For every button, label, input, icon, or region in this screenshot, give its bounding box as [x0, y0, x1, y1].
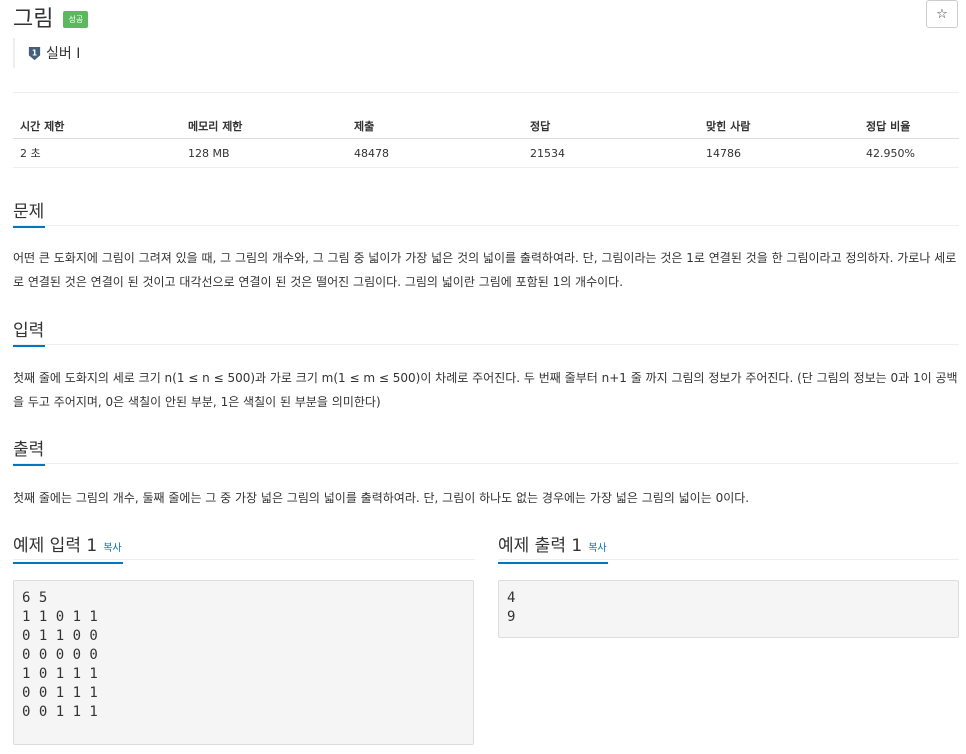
- svg-text:1: 1: [32, 48, 37, 57]
- example-output-title: 예제 출력 1: [498, 536, 583, 556]
- section-underline: [13, 464, 45, 466]
- section-title-output: 출력: [13, 435, 45, 466]
- example-input-header: 예제 입력 1 복사: [13, 531, 123, 564]
- output-description: 첫째 줄에는 그림의 개수, 둘째 줄에는 그 중 가장 넓은 그림의 넓이를 …: [13, 491, 750, 505]
- header-accepted: 정답: [523, 114, 699, 139]
- header-submissions: 제출: [347, 114, 523, 139]
- section-underline: [13, 226, 45, 228]
- section-divider: [498, 559, 959, 560]
- status-badge: 성공: [63, 10, 89, 28]
- copy-output-button[interactable]: 복사: [588, 539, 606, 554]
- tier-info: 1 실버 I: [13, 38, 80, 68]
- input-description: 첫째 줄에 도화지의 세로 크기 n(1 ≤ n ≤ 500)과 가로 크기 m…: [13, 371, 958, 409]
- header-time-limit: 시간 제한: [13, 114, 181, 139]
- section-underline: [13, 562, 123, 564]
- copy-input-button[interactable]: 복사: [103, 539, 121, 554]
- section-underline: [13, 345, 45, 347]
- silver-tier-icon: 1: [28, 46, 41, 60]
- ratio-value: 42.950%: [859, 138, 959, 168]
- section-title-problem: 문제: [13, 197, 45, 228]
- solvers-value: 14786: [699, 138, 859, 168]
- problem-description: 어떤 큰 도화지에 그림이 그려져 있을 때, 그 그림의 개수와, 그 그림 …: [13, 251, 957, 289]
- example-input-content: 6 5 1 1 0 1 1 0 1 1 0 0 0 0 0 0 0 1 0 1 …: [13, 580, 474, 745]
- tier-label: 실버 I: [46, 46, 81, 62]
- section-title-input: 입력: [13, 316, 45, 347]
- submissions-value: 48478: [347, 138, 523, 168]
- divider: [13, 92, 959, 93]
- section-divider: [13, 559, 475, 560]
- star-button[interactable]: ☆: [926, 0, 958, 28]
- example-input-title: 예제 입력 1: [13, 536, 98, 556]
- accepted-value: 21534: [523, 138, 699, 168]
- example-output-content: 4 9: [498, 580, 959, 638]
- header-memory-limit: 메모리 제한: [181, 114, 347, 139]
- section-divider: [13, 344, 959, 345]
- section-title-text: 문제: [13, 202, 45, 222]
- header-ratio: 정답 비율: [859, 114, 959, 139]
- table-header-row: 시간 제한 메모리 제한 제출 정답 맞힌 사람 정답 비율: [13, 114, 959, 139]
- problem-stats-table: 시간 제한 메모리 제한 제출 정답 맞힌 사람 정답 비율 2 초 128 M…: [13, 114, 959, 168]
- section-underline: [498, 562, 608, 564]
- star-icon: ☆: [936, 6, 948, 22]
- page-title: 그림: [13, 7, 54, 32]
- header-solvers: 맞힌 사람: [699, 114, 859, 139]
- section-divider: [13, 463, 959, 464]
- section-divider: [13, 225, 959, 226]
- title-row: 그림 성공: [13, 0, 89, 34]
- example-output-header: 예제 출력 1 복사: [498, 531, 608, 564]
- memory-limit-value: 128 MB: [181, 138, 347, 168]
- section-title-text: 출력: [13, 440, 45, 460]
- section-title-text: 입력: [13, 321, 45, 341]
- time-limit-value: 2 초: [13, 138, 181, 168]
- table-row: 2 초 128 MB 48478 21534 14786 42.950%: [13, 138, 959, 168]
